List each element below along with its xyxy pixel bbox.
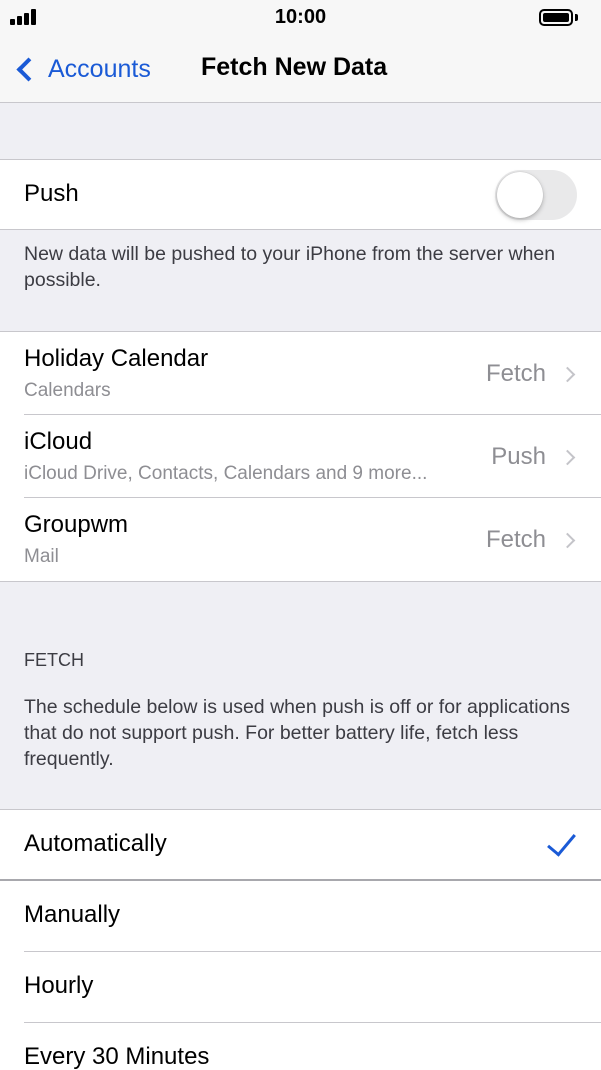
account-row-groupwm[interactable]: Groupwm Mail Fetch — [0, 498, 601, 581]
option-label: Hourly — [24, 972, 94, 999]
toggle-knob — [497, 172, 543, 218]
fetch-section-header: FETCH — [24, 650, 84, 670]
option-label: Manually — [24, 901, 121, 928]
push-group: Push — [0, 159, 601, 230]
account-row-holiday-calendar[interactable]: Holiday Calendar Calendars Fetch — [0, 332, 601, 415]
account-subtitle: Calendars — [24, 380, 111, 401]
option-every-30-minutes[interactable]: Every 30 Minutes — [0, 1023, 601, 1070]
fetch-footnote: The schedule below is used when push is … — [24, 696, 570, 770]
push-label: Push — [24, 180, 79, 207]
chevron-right-icon — [559, 532, 576, 549]
battery-icon — [539, 9, 573, 26]
account-fetch-value: Fetch — [485, 360, 546, 387]
page-title: Fetch New Data — [201, 53, 388, 81]
checkmark-icon — [547, 826, 576, 857]
status-bar: 10:00 — [0, 0, 601, 36]
back-button-label: Accounts — [48, 54, 151, 83]
back-button[interactable]: Accounts — [12, 51, 151, 87]
push-footnote: New data will be pushed to your iPhone f… — [24, 243, 556, 291]
account-title: iCloud — [24, 428, 93, 455]
account-subtitle: Mail — [24, 546, 59, 567]
push-row: Push — [0, 160, 601, 229]
account-title: Groupwm — [24, 511, 129, 538]
battery-tip — [575, 14, 578, 21]
account-subtitle: iCloud Drive, Contacts, Calendars and 9 … — [24, 463, 428, 484]
account-title: Holiday Calendar — [24, 345, 209, 372]
option-label: Automatically — [24, 830, 167, 857]
option-hourly[interactable]: Hourly — [0, 952, 601, 1023]
status-time: 10:00 — [274, 6, 327, 28]
chevron-right-icon — [559, 366, 576, 383]
chevron-right-icon — [559, 449, 576, 466]
account-row-icloud[interactable]: iCloud iCloud Drive, Contacts, Calendars… — [0, 415, 601, 498]
navigation-bar: Accounts Fetch New Data — [0, 36, 601, 103]
account-fetch-value: Fetch — [485, 526, 546, 553]
accounts-group: Holiday Calendar Calendars Fetch iCloud … — [0, 331, 601, 582]
account-fetch-value: Push — [491, 443, 546, 470]
chevron-left-icon — [16, 56, 41, 82]
option-label: Every 30 Minutes — [24, 1043, 210, 1070]
fetch-options-group: Automatically Manually Hourly Every 30 M… — [0, 809, 601, 1070]
option-automatically[interactable]: Automatically — [0, 810, 601, 881]
option-manually[interactable]: Manually — [0, 881, 601, 952]
push-toggle[interactable] — [495, 170, 577, 220]
